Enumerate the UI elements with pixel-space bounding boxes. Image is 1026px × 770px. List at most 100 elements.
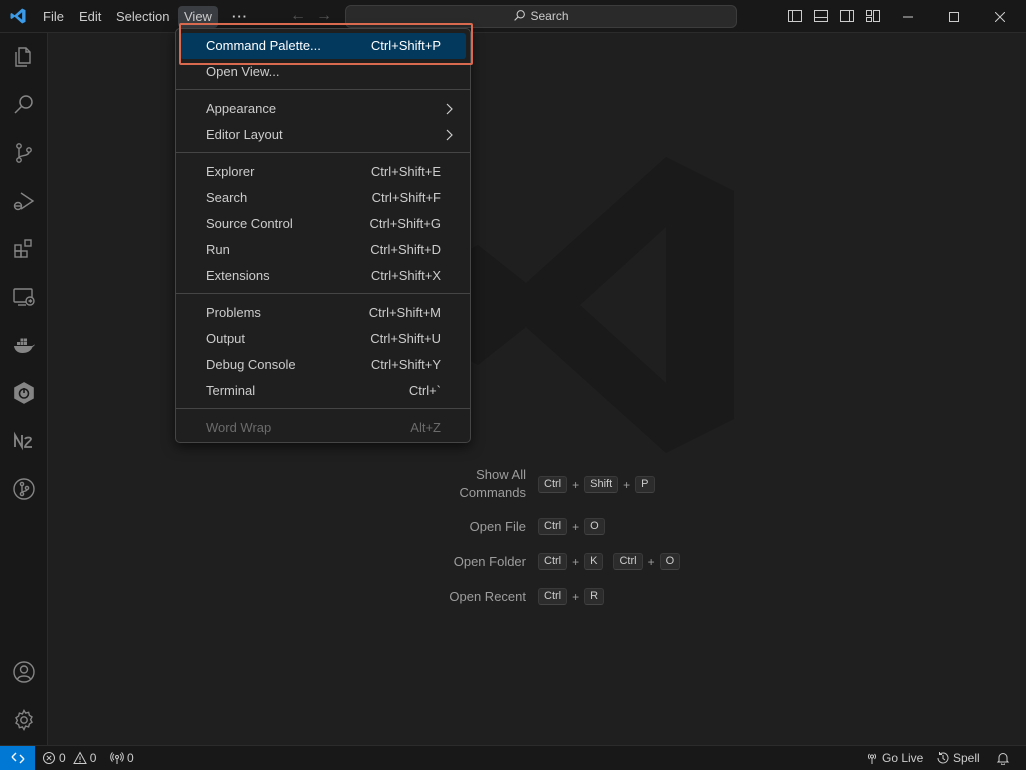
key-k: K bbox=[584, 553, 604, 570]
broadcast-icon bbox=[110, 752, 124, 764]
maximize-icon bbox=[949, 11, 959, 22]
menu-item-shortcut: Ctrl+Shift+F bbox=[371, 190, 441, 205]
menu-item-shortcut: Ctrl+Shift+E bbox=[370, 164, 441, 179]
shortcut-keys: Ctrl + R bbox=[538, 588, 605, 605]
key-ctrl: Ctrl bbox=[613, 553, 643, 570]
shortcut-keys: Ctrl + O bbox=[538, 518, 605, 535]
explorer-icon[interactable] bbox=[12, 45, 36, 69]
key-o: O bbox=[659, 553, 681, 570]
spell-check-icon bbox=[937, 752, 949, 764]
source-control-icon[interactable] bbox=[12, 141, 36, 165]
shortcut-open-recent: Open Recent Ctrl + R bbox=[48, 587, 1026, 607]
docker-icon[interactable] bbox=[12, 333, 36, 357]
shortcut-label: Open File bbox=[469, 519, 526, 534]
minimize-button[interactable] bbox=[885, 0, 931, 33]
menu-item-editor-layout[interactable]: Editor Layout bbox=[180, 122, 466, 148]
menu-item-extensions[interactable]: Extensions Ctrl+Shift+X bbox=[180, 263, 466, 289]
shortcut-label: Show All Commands bbox=[460, 466, 526, 502]
notifications-button[interactable] bbox=[996, 746, 1010, 770]
close-button[interactable] bbox=[977, 0, 1023, 33]
activity-bar bbox=[0, 33, 48, 745]
menu-item-explorer[interactable]: Explorer Ctrl+Shift+E bbox=[180, 159, 466, 185]
menu-item-shortcut: Ctrl+Shift+M bbox=[368, 305, 441, 320]
plus-sign: + bbox=[572, 519, 580, 534]
menu-selection[interactable]: Selection bbox=[110, 6, 175, 28]
plus-sign: + bbox=[572, 477, 580, 492]
shortcut-keys: Ctrl + Shift + P bbox=[538, 476, 655, 493]
plus-sign: + bbox=[623, 477, 631, 492]
key-ctrl: Ctrl bbox=[538, 476, 568, 493]
error-icon bbox=[43, 752, 55, 764]
search-label: Search bbox=[530, 9, 569, 23]
menu-item-label: Appearance bbox=[206, 101, 277, 116]
ports-count: 0 bbox=[127, 751, 134, 765]
menu-item-debug-console[interactable]: Debug Console Ctrl+Shift+Y bbox=[180, 352, 466, 378]
view-menu-dropdown: Command Palette... Ctrl+Shift+P Open Vie… bbox=[175, 28, 471, 443]
menu-item-shortcut: Ctrl+Shift+G bbox=[369, 216, 441, 231]
spring-boot-icon[interactable] bbox=[12, 381, 36, 405]
shortcut-open-folder: Open Folder Ctrl + K Ctrl + O bbox=[48, 552, 1026, 572]
remote-indicator-button[interactable] bbox=[0, 746, 35, 770]
remote-explorer-icon[interactable] bbox=[12, 285, 36, 309]
menu-item-output[interactable]: Output Ctrl+Shift+U bbox=[180, 326, 466, 352]
shortcut-label: Open Recent bbox=[449, 589, 526, 604]
menu-item-search[interactable]: Search Ctrl+Shift+F bbox=[180, 185, 466, 211]
customize-layout-icon[interactable] bbox=[865, 8, 881, 24]
menu-item-label: Editor Layout bbox=[206, 127, 283, 142]
chevron-right-icon bbox=[446, 103, 453, 115]
menu-item-label: Explorer bbox=[206, 164, 255, 179]
key-ctrl: Ctrl bbox=[538, 518, 568, 535]
key-r: R bbox=[584, 588, 605, 605]
chevron-right-icon bbox=[446, 129, 453, 141]
vscode-logo-icon bbox=[10, 8, 26, 24]
git-graph-icon[interactable] bbox=[12, 477, 36, 501]
warning-icon bbox=[72, 751, 87, 764]
menu-item-run[interactable]: Run Ctrl+Shift+D bbox=[180, 237, 466, 263]
search-icon bbox=[514, 10, 526, 21]
menu-item-shortcut: Ctrl+Shift+X bbox=[370, 268, 441, 283]
menu-item-source-control[interactable]: Source Control Ctrl+Shift+G bbox=[180, 211, 466, 237]
run-debug-icon[interactable] bbox=[12, 189, 36, 213]
menu-item-label: Search bbox=[206, 190, 248, 205]
menu-item-shortcut: Ctrl+Shift+D bbox=[370, 242, 441, 257]
menu-item-appearance[interactable]: Appearance bbox=[180, 96, 466, 122]
error-count: 0 bbox=[59, 751, 66, 765]
menu-item-label: Terminal bbox=[206, 383, 256, 398]
menu-item-label: Output bbox=[206, 331, 246, 346]
menu-item-word-wrap: Word Wrap Alt+Z bbox=[180, 415, 466, 441]
bell-icon bbox=[996, 753, 1010, 765]
toggle-secondary-sidebar-icon[interactable] bbox=[839, 8, 855, 24]
menu-item-shortcut: Ctrl+Shift+Y bbox=[370, 357, 441, 372]
menu-item-shortcut: Ctrl+Shift+U bbox=[370, 331, 441, 346]
maximize-button[interactable] bbox=[931, 0, 977, 33]
account-icon[interactable] bbox=[12, 660, 36, 684]
menu-item-shortcut: Alt+Z bbox=[410, 420, 441, 435]
problems-status[interactable]: 0 0 bbox=[42, 746, 96, 770]
remote-icon bbox=[11, 752, 24, 764]
warning-count: 0 bbox=[89, 751, 97, 765]
menu-item-label: Source Control bbox=[206, 216, 293, 231]
menu-separator bbox=[176, 152, 470, 153]
nx-console-icon[interactable] bbox=[12, 429, 36, 453]
search-icon[interactable] bbox=[12, 93, 36, 117]
menu-separator bbox=[176, 293, 470, 294]
menu-file[interactable]: File bbox=[37, 6, 70, 28]
menu-item-label: Extensions bbox=[206, 268, 270, 283]
plus-sign: + bbox=[647, 554, 655, 569]
toggle-panel-icon[interactable] bbox=[813, 8, 829, 24]
menu-item-terminal[interactable]: Terminal Ctrl+` bbox=[180, 378, 466, 404]
settings-gear-icon[interactable] bbox=[12, 708, 36, 732]
menu-item-label: Word Wrap bbox=[206, 420, 272, 435]
menu-item-label: Debug Console bbox=[206, 357, 296, 372]
go-live-button[interactable]: Go Live bbox=[865, 746, 923, 770]
menu-item-problems[interactable]: Problems Ctrl+Shift+M bbox=[180, 300, 466, 326]
go-live-label: Go Live bbox=[882, 751, 924, 765]
extensions-icon[interactable] bbox=[12, 237, 36, 261]
toggle-primary-sidebar-icon[interactable] bbox=[787, 8, 803, 24]
key-ctrl: Ctrl bbox=[538, 588, 568, 605]
spell-label: Spell bbox=[953, 751, 980, 765]
menu-edit[interactable]: Edit bbox=[73, 6, 107, 28]
shortcut-label-line2: Commands bbox=[459, 485, 526, 500]
ports-status[interactable]: 0 bbox=[110, 746, 134, 770]
spell-check-button[interactable]: Spell bbox=[936, 746, 980, 770]
